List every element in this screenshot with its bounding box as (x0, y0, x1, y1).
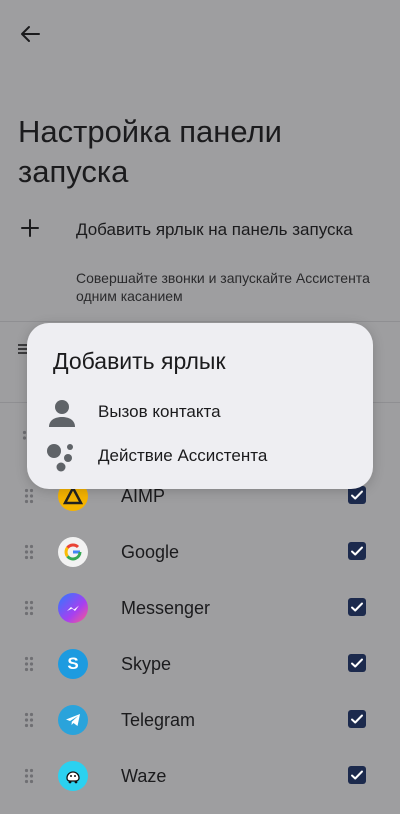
app-label: Skype (121, 654, 172, 674)
app-row-google[interactable]: Google (0, 524, 400, 580)
google-icon (58, 537, 88, 567)
drag-handle-icon[interactable] (24, 488, 34, 504)
person-icon (49, 400, 75, 427)
enabled-checkbox[interactable] (348, 654, 366, 672)
page-title: Настройка панели запуска (18, 114, 282, 189)
plus-icon (21, 219, 39, 237)
app-label: Google (121, 542, 180, 562)
drag-handle-icon[interactable] (24, 768, 34, 784)
dialog-item-label: Вызов контакта (98, 402, 221, 421)
enabled-checkbox[interactable] (348, 542, 366, 560)
messenger-icon (58, 593, 88, 623)
app-row-waze[interactable]: Waze (0, 748, 400, 804)
divider (0, 321, 400, 322)
drag-handle-icon[interactable] (24, 600, 34, 616)
add-shortcut-dialog: Добавить ярлык Вызов контакта Действие А… (27, 323, 373, 489)
skype-icon: S (58, 649, 88, 679)
assistant-action-option[interactable]: Действие Ассистента (27, 434, 373, 478)
assistant-icon (47, 444, 73, 472)
drag-handle-icon[interactable] (24, 656, 34, 672)
app-label: Telegram (121, 710, 196, 730)
waze-icon (58, 761, 88, 791)
launcher-settings-screen: Настройка панели запуска Добавить ярлык … (0, 0, 400, 814)
dialog-title: Добавить ярлык (53, 348, 226, 374)
enabled-checkbox[interactable] (348, 598, 366, 616)
add-shortcut-title: Добавить ярлык на панель запуска (76, 220, 353, 239)
enabled-checkbox[interactable] (348, 710, 366, 728)
arrow-back-icon (21, 26, 40, 42)
app-row-messenger[interactable]: Messenger (0, 580, 400, 636)
back-button[interactable] (14, 20, 46, 48)
app-row-skype[interactable]: S Skype (0, 636, 400, 692)
call-contact-option[interactable]: Вызов контакта (27, 390, 373, 434)
app-label: Waze (121, 766, 167, 786)
telegram-icon (58, 705, 88, 735)
add-shortcut-row[interactable]: Добавить ярлык на панель запуска Соверша… (0, 212, 400, 312)
add-shortcut-description: Совершайте звонки и запускайте Ассистент… (76, 270, 370, 304)
dialog-item-label: Действие Ассистента (98, 446, 268, 465)
app-row-telegram[interactable]: Telegram (0, 692, 400, 748)
drag-handle-icon[interactable] (24, 544, 34, 560)
app-label: Messenger (121, 598, 211, 618)
enabled-checkbox[interactable] (348, 766, 366, 784)
drag-handle-icon[interactable] (24, 712, 34, 728)
